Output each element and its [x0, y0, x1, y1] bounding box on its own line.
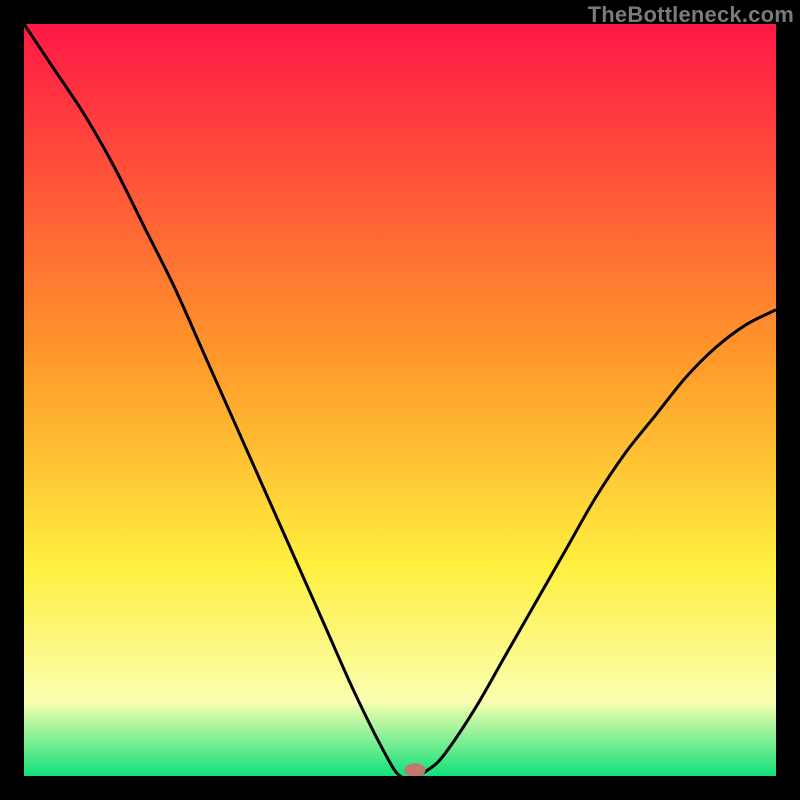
- bottleneck-chart: [24, 24, 776, 776]
- plot-area: [24, 24, 776, 776]
- watermark-text: TheBottleneck.com: [588, 2, 794, 28]
- gradient-background: [24, 24, 776, 776]
- chart-frame: TheBottleneck.com: [0, 0, 800, 800]
